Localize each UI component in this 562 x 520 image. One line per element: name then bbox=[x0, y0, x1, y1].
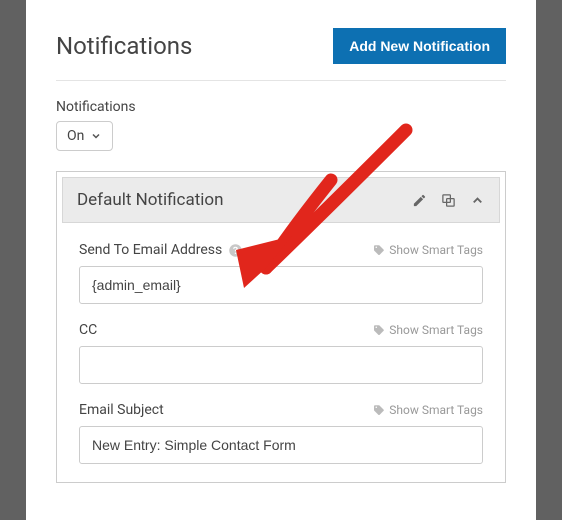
notification-panel-actions bbox=[412, 193, 485, 208]
settings-card: Notifications Add New Notification Notif… bbox=[26, 0, 536, 520]
cc-input[interactable] bbox=[79, 346, 483, 384]
subject-label: Email Subject bbox=[79, 402, 164, 418]
subject-input[interactable] bbox=[79, 426, 483, 464]
chevron-down-icon bbox=[90, 130, 102, 142]
cc-label: CC bbox=[79, 322, 97, 338]
cc-row: CC Show Smart Tags bbox=[79, 322, 483, 384]
help-icon[interactable] bbox=[228, 243, 243, 258]
cc-smart-tags[interactable]: Show Smart Tags bbox=[373, 323, 483, 337]
subject-smart-tags[interactable]: Show Smart Tags bbox=[373, 403, 483, 417]
collapse-icon[interactable] bbox=[470, 193, 485, 208]
notifications-toggle-label: Notifications bbox=[56, 99, 506, 115]
subject-row: Email Subject Show Smart Tags bbox=[79, 402, 483, 464]
add-new-notification-button[interactable]: Add New Notification bbox=[333, 28, 506, 64]
send-to-input[interactable] bbox=[79, 266, 483, 304]
notifications-toggle-group: Notifications On bbox=[56, 99, 506, 151]
tag-icon bbox=[373, 324, 385, 336]
page-title: Notifications bbox=[56, 32, 192, 60]
notifications-toggle-value: On bbox=[67, 128, 84, 144]
tag-icon bbox=[373, 404, 385, 416]
notifications-toggle-select[interactable]: On bbox=[56, 121, 113, 151]
notification-panel-body: Send To Email Address Show Smart Tags bbox=[57, 228, 505, 464]
edit-icon[interactable] bbox=[412, 193, 427, 208]
notification-panel-title: Default Notification bbox=[77, 190, 223, 210]
cc-smart-tags-label: Show Smart Tags bbox=[389, 323, 483, 337]
send-to-smart-tags-label: Show Smart Tags bbox=[389, 243, 483, 257]
notification-panel: Default Notification Send To Email Addre… bbox=[56, 171, 506, 483]
subject-smart-tags-label: Show Smart Tags bbox=[389, 403, 483, 417]
tag-icon bbox=[373, 244, 385, 256]
send-to-row: Send To Email Address Show Smart Tags bbox=[79, 242, 483, 304]
send-to-smart-tags[interactable]: Show Smart Tags bbox=[373, 243, 483, 257]
page-header: Notifications Add New Notification bbox=[56, 28, 506, 81]
send-to-label: Send To Email Address bbox=[79, 242, 222, 258]
duplicate-icon[interactable] bbox=[441, 193, 456, 208]
notification-panel-header: Default Notification bbox=[62, 177, 500, 223]
send-to-label-group: Send To Email Address bbox=[79, 242, 243, 258]
